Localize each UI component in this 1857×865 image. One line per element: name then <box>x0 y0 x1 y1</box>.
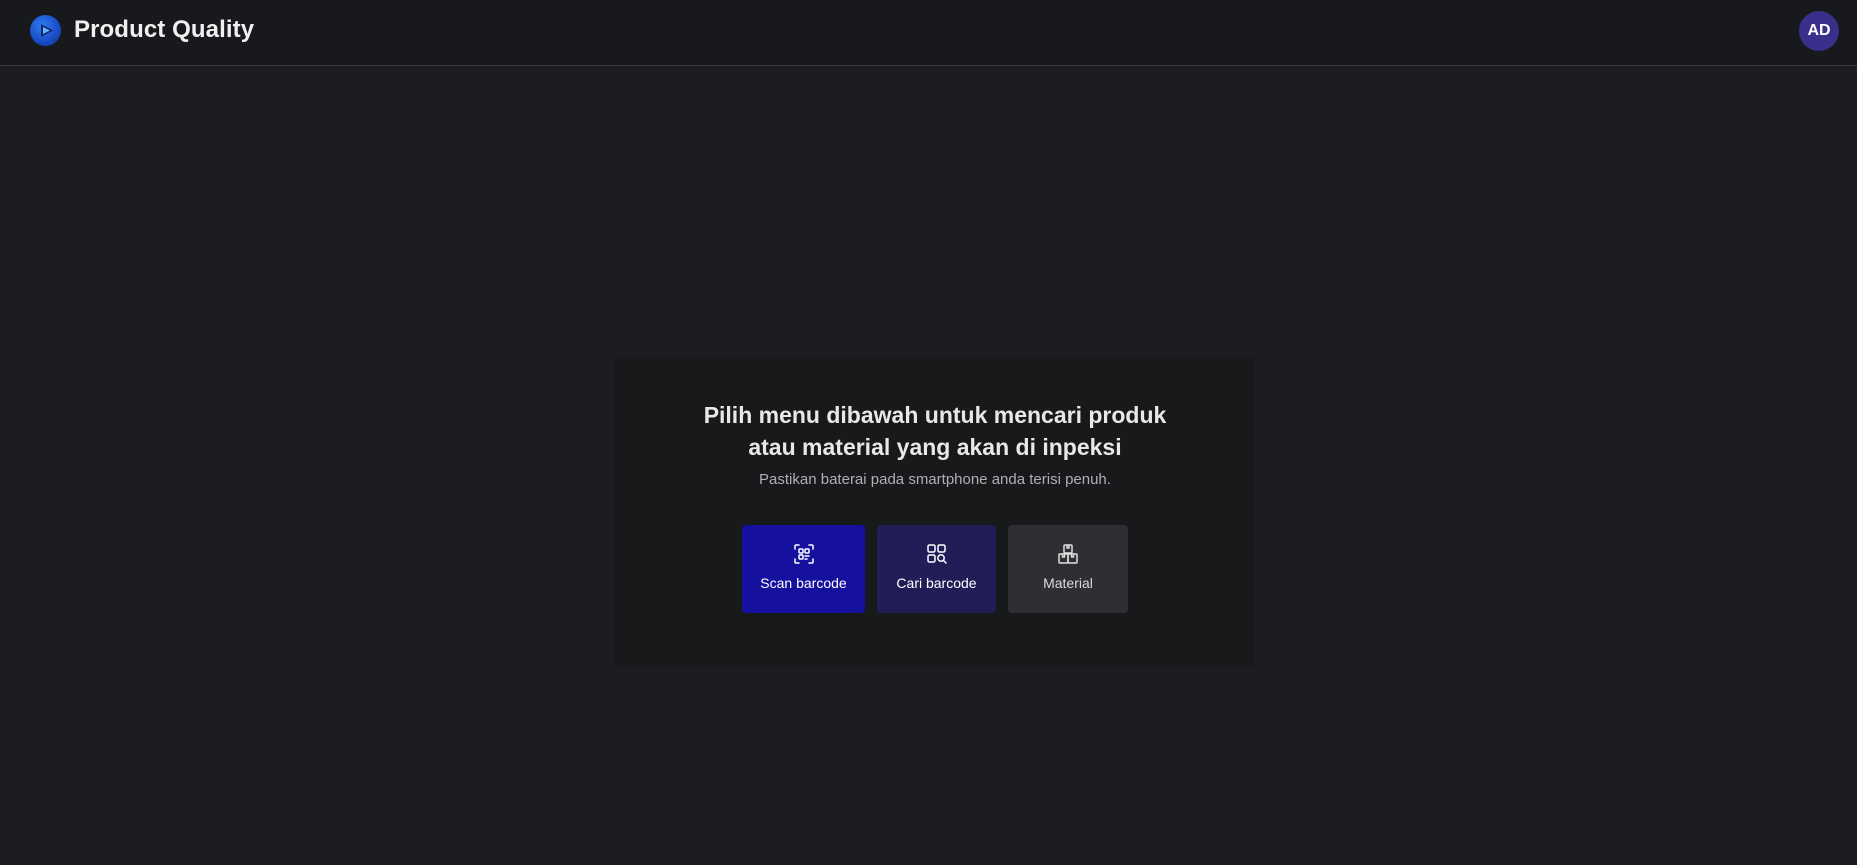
scan-barcode-icon <box>793 543 815 565</box>
search-barcode-label: Cari barcode <box>896 575 977 591</box>
app-title: Product Quality <box>74 16 255 43</box>
top-navbar: Product Quality AD <box>0 0 1857 66</box>
menu-card: Pilih menu dibawah untuk mencari produk … <box>615 357 1255 667</box>
search-barcode-button[interactable]: Cari barcode <box>877 525 996 613</box>
menu-card-title: Pilih menu dibawah untuk mencari produk … <box>615 399 1255 463</box>
boxes-icon <box>1057 543 1079 565</box>
material-label: Material <box>1043 575 1093 591</box>
scan-barcode-button[interactable]: Scan barcode <box>742 525 865 613</box>
menu-card-subtitle: Pastikan baterai pada smartphone anda te… <box>759 471 1111 488</box>
app-logo-icon[interactable] <box>30 15 61 46</box>
search-barcode-icon <box>926 543 948 565</box>
scan-barcode-label: Scan barcode <box>760 575 847 591</box>
material-button[interactable]: Material <box>1008 525 1128 613</box>
user-avatar[interactable]: AD <box>1799 11 1839 51</box>
menu-card-title-text: Pilih menu dibawah untuk mencari produk … <box>703 402 1167 460</box>
